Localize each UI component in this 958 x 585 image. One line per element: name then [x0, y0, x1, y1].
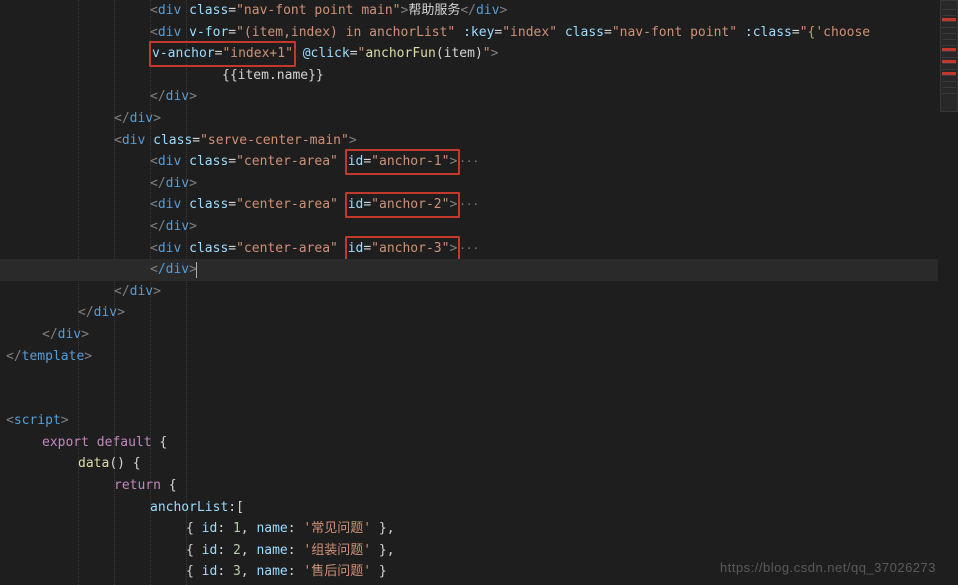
- code-line[interactable]: <div class="serve-center-main">: [0, 130, 938, 152]
- code-area[interactable]: <div class="nav-font point main">帮助服务</d…: [0, 0, 938, 585]
- watermark: https://blog.csdn.net/qq_37026273: [720, 557, 936, 579]
- code-line[interactable]: </div>: [0, 216, 938, 238]
- code-line[interactable]: <div class="nav-font point main">帮助服务</d…: [0, 0, 938, 22]
- code-line[interactable]: </div>: [0, 281, 938, 303]
- code-line[interactable]: <div v-for="(item,index) in anchorList" …: [0, 22, 938, 44]
- code-line[interactable]: <script>: [0, 410, 938, 432]
- minimap-viewport[interactable]: [940, 0, 958, 112]
- code-line[interactable]: {{item.name}}: [0, 65, 938, 87]
- code-line[interactable]: </div>: [0, 108, 938, 130]
- code-editor[interactable]: <div class="nav-font point main">帮助服务</d…: [0, 0, 958, 585]
- highlight-box: v-anchor="index+1": [149, 41, 296, 67]
- highlight-box: id="anchor-1">: [345, 149, 461, 175]
- code-line[interactable]: </div>: [0, 259, 938, 281]
- code-line[interactable]: </template>: [0, 346, 938, 368]
- highlight-box: id="anchor-2">: [345, 192, 461, 218]
- code-line[interactable]: return {: [0, 475, 938, 497]
- code-line[interactable]: </div>: [0, 173, 938, 195]
- code-line[interactable]: </div>: [0, 324, 938, 346]
- code-line[interactable]: { id: 1, name: '常见问题' },: [0, 518, 938, 540]
- code-line[interactable]: <div class="center-area" id="anchor-2">·…: [0, 194, 938, 216]
- minimap[interactable]: [940, 0, 958, 585]
- code-line[interactable]: </div>: [0, 86, 938, 108]
- code-line[interactable]: export default {: [0, 432, 938, 454]
- code-line[interactable]: anchorList:[: [0, 497, 938, 519]
- code-line[interactable]: </div>: [0, 302, 938, 324]
- text-cursor: [196, 262, 197, 278]
- code-line[interactable]: v-anchor="index+1" @click="anchorFun(ite…: [0, 43, 938, 65]
- code-line[interactable]: <div class="center-area" id="anchor-1">·…: [0, 151, 938, 173]
- highlight-box: id="anchor-3">: [345, 236, 461, 262]
- code-line[interactable]: [0, 389, 938, 411]
- code-line[interactable]: [0, 367, 938, 389]
- code-line[interactable]: <div class="center-area" id="anchor-3">·…: [0, 238, 938, 260]
- code-line[interactable]: data() {: [0, 453, 938, 475]
